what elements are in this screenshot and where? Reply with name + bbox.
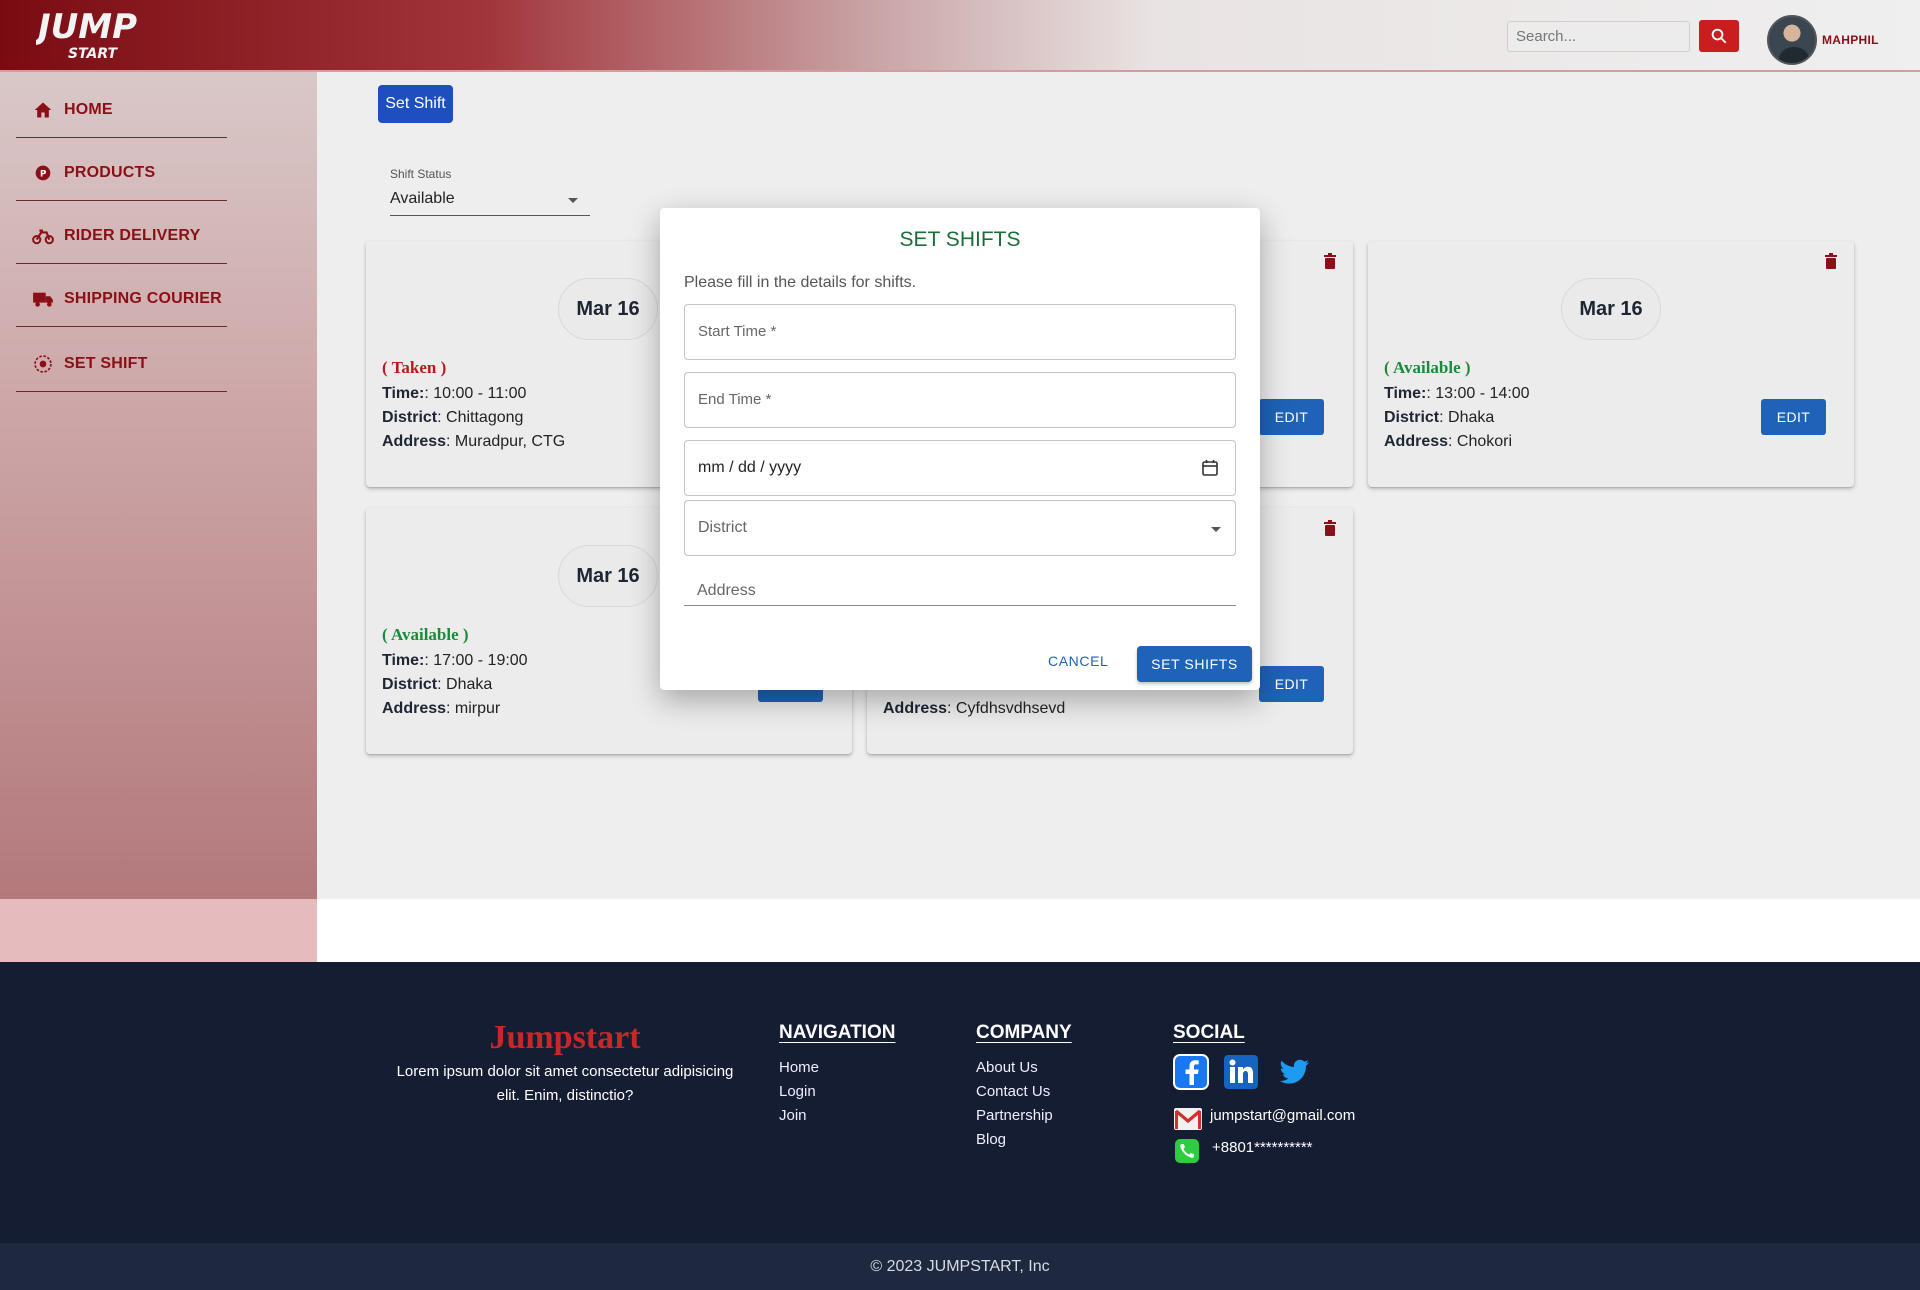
email-icon (1174, 1108, 1202, 1130)
start-time-field[interactable]: Start Time * (684, 304, 1236, 360)
sidebar-item-shipping-courier[interactable]: SHIPPING COURIER (16, 271, 227, 327)
footer-social-title: SOCIAL (1173, 1022, 1245, 1043)
footer-link-login[interactable]: Login (779, 1083, 816, 1100)
home-icon (32, 99, 54, 121)
truck-icon (32, 288, 54, 310)
sidebar-item-label: SET SHIFT (64, 354, 148, 372)
shift-status: ( Available ) (1384, 358, 1471, 377)
dialog-description: Please fill in the details for shifts. (684, 274, 917, 291)
dialog-title: SET SHIFTS (899, 228, 1021, 251)
footer-link-join[interactable]: Join (779, 1107, 807, 1124)
shift-status: ( Taken ) (382, 358, 447, 377)
footer-link-partnership[interactable]: Partnership (976, 1107, 1053, 1124)
sidebar-item-set-shift[interactable]: SET SHIFT (16, 336, 227, 392)
sidebar-item-rider-delivery[interactable]: RIDER DELIVERY (16, 208, 227, 264)
date-placeholder: mm / dd / yyyy (698, 459, 802, 476)
linkedin-icon[interactable] (1223, 1054, 1259, 1090)
date-field[interactable]: mm / dd / yyyy (684, 440, 1236, 496)
edit-button[interactable]: EDIT (1259, 399, 1324, 435)
footer (0, 962, 1920, 1243)
shift-status-select[interactable]: Available (390, 186, 590, 216)
shift-status-label: Shift Status (390, 167, 452, 181)
edit-button[interactable]: EDIT (1761, 399, 1826, 435)
footer-link-home[interactable]: Home (779, 1059, 819, 1076)
search-button[interactable] (1699, 20, 1739, 52)
shift-status-value: Available (390, 190, 455, 207)
shift-time: Time:: 13:00 - 14:00 (1384, 385, 1530, 402)
shift-card: Mar 16 ( Available ) Time:: 13:00 - 14:0… (1368, 241, 1854, 487)
set-shifts-dialog: SET SHIFTS Please fill in the details fo… (660, 208, 1260, 690)
shift-address: Address: Cyfdhsvdhsevd (883, 700, 1066, 717)
footer-navigation-title: NAVIGATION (779, 1022, 896, 1043)
top-header: JUMP START MAHPHIL (0, 0, 1920, 72)
set-shifts-submit-button[interactable]: SET SHIFTS (1137, 646, 1252, 682)
sidebar-item-label: RIDER DELIVERY (64, 226, 201, 244)
district-label: District (698, 519, 747, 536)
trash-icon[interactable] (1319, 250, 1341, 272)
sidebar-item-products[interactable]: P PRODUCTS (16, 145, 227, 201)
shift-district: District: Chittagong (382, 409, 524, 426)
avatar[interactable] (1767, 15, 1817, 65)
address-input[interactable]: Address (684, 574, 1236, 606)
footer-link-contact[interactable]: Contact Us (976, 1083, 1050, 1100)
address-label: Address (697, 582, 756, 599)
svg-text:START: START (68, 46, 119, 62)
shift-district: District: Dhaka (1384, 409, 1495, 426)
shift-date: Mar 16 (1561, 278, 1661, 340)
shift-status: ( Available ) (382, 625, 469, 644)
search-input[interactable] (1507, 21, 1690, 52)
footer-brand: Jumpstart (489, 1019, 641, 1056)
trash-icon[interactable] (1820, 250, 1842, 272)
copyright-text: © 2023 JUMPSTART, Inc (870, 1257, 1050, 1275)
shift-address: Address: mirpur (382, 700, 501, 717)
phone-icon (1175, 1139, 1199, 1163)
start-time-label: Start Time * (698, 323, 777, 340)
user-name[interactable]: MAHPHIL (1822, 33, 1879, 47)
footer-company-title: COMPANY (976, 1022, 1072, 1043)
sidebar-item-label: HOME (64, 100, 113, 118)
cancel-button[interactable]: CANCEL (1048, 653, 1108, 669)
search-icon (1711, 28, 1727, 44)
end-time-label: End Time * (698, 391, 772, 408)
shift-icon (32, 353, 54, 375)
facebook-icon[interactable] (1173, 1054, 1209, 1090)
sidebar-item-home[interactable]: HOME (16, 82, 227, 138)
footer-brand-description: Lorem ipsum dolor sit amet consectetur a… (396, 1063, 734, 1104)
svg-text:P: P (40, 169, 46, 179)
sidebar-footer-strip (0, 899, 317, 962)
products-icon: P (32, 162, 54, 184)
district-select[interactable]: District (684, 500, 1236, 556)
shift-date: Mar 16 (558, 278, 658, 340)
end-time-field[interactable]: End Time * (684, 372, 1236, 428)
svg-text:JUMP: JUMP (36, 7, 137, 47)
motorbike-icon (32, 225, 54, 247)
shift-date: Mar 16 (558, 545, 658, 607)
chevron-down-icon (568, 198, 578, 203)
footer-link-blog[interactable]: Blog (976, 1131, 1006, 1148)
shift-address: Address: Muradpur, CTG (382, 433, 566, 450)
footer-link-about[interactable]: About Us (976, 1059, 1038, 1076)
shift-time: Time:: 10:00 - 11:00 (382, 385, 527, 402)
trash-icon[interactable] (1319, 517, 1341, 539)
shift-time: Time:: 17:00 - 19:00 (382, 652, 528, 669)
footer-phone[interactable]: +8801********** (1212, 1139, 1313, 1156)
footer-email[interactable]: jumpstart@gmail.com (1210, 1107, 1355, 1124)
jumpstart-logo[interactable]: JUMP START (32, 4, 156, 64)
sidebar-item-label: PRODUCTS (64, 163, 156, 181)
copyright-bar: © 2023 JUMPSTART, Inc (0, 1243, 1920, 1290)
twitter-icon[interactable] (1276, 1054, 1312, 1090)
shift-address: Address: Chokori (1384, 433, 1513, 450)
shift-district: District: Dhaka (382, 676, 493, 693)
chevron-down-icon (1211, 527, 1221, 532)
calendar-icon[interactable] (1201, 459, 1219, 477)
set-shift-button[interactable]: Set Shift (378, 85, 453, 123)
edit-button[interactable]: EDIT (1259, 666, 1324, 702)
sidebar-item-label: SHIPPING COURIER (64, 289, 222, 307)
